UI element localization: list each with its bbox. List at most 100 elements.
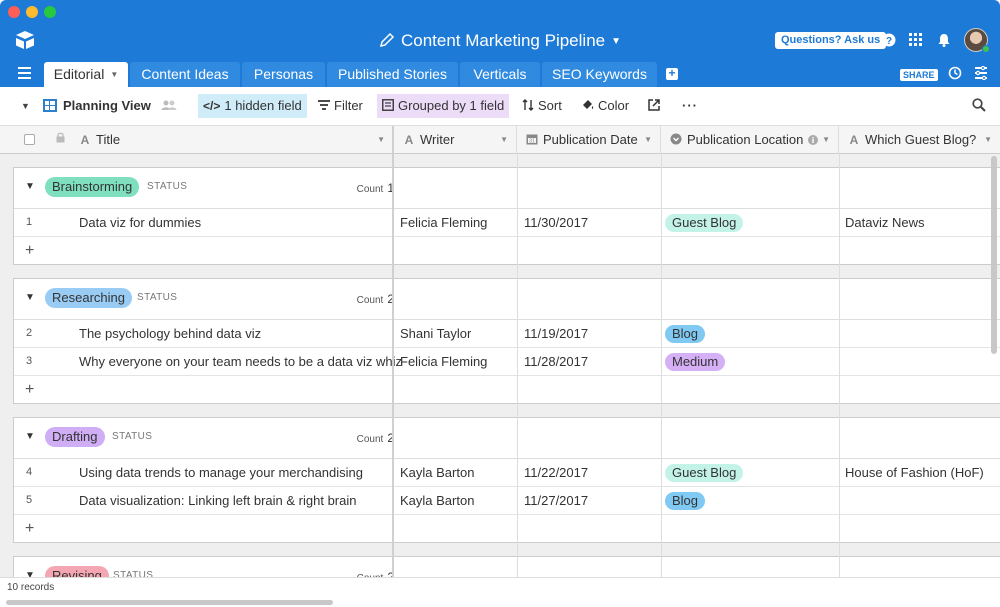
column-header-row: A Title ▼ A Writer ▼ 31 Publication Date ▼ Pu… (0, 126, 1000, 154)
guest-blog-cell[interactable]: Dataviz News (845, 209, 924, 236)
collapse-group-icon[interactable]: ▼ (25, 570, 35, 577)
history-icon[interactable] (948, 66, 962, 83)
hidden-fields-button[interactable]: </> 1 hidden field (198, 94, 307, 118)
bell-icon[interactable] (934, 30, 954, 50)
horizontal-scrollbar[interactable] (6, 600, 333, 605)
location-cell[interactable]: Medium (665, 348, 726, 375)
filter-button[interactable]: Filter (313, 94, 368, 118)
writer-cell[interactable]: Kayla Barton (400, 459, 474, 486)
color-label: Color (598, 98, 630, 113)
close-window-button[interactable] (8, 6, 20, 18)
add-table-icon[interactable]: + (666, 67, 678, 80)
chevron-down-icon[interactable]: ▼ (377, 126, 385, 154)
tab-personas[interactable]: Personas (242, 62, 325, 87)
add-record-row[interactable]: + (14, 376, 1000, 403)
share-button[interactable]: SHARE (900, 69, 938, 81)
collapse-group-icon[interactable]: ▼ (25, 181, 35, 192)
table-row[interactable]: 3 Why everyone on your team needs to be … (14, 348, 1000, 376)
date-cell[interactable]: 11/22/2017 (524, 459, 588, 486)
filter-icon (318, 100, 330, 110)
table-row[interactable]: 5 Data visualization: Linking left brain… (14, 487, 1000, 515)
plus-icon[interactable]: + (25, 376, 34, 403)
collapse-group-icon[interactable]: ▼ (25, 431, 35, 442)
tab-seo-keywords[interactable]: SEO Keywords (542, 62, 657, 87)
zoom-window-button[interactable] (44, 6, 56, 18)
writer-cell[interactable]: Felicia Fleming (400, 348, 487, 375)
writer-cell[interactable]: Kayla Barton (400, 487, 474, 514)
title-cell[interactable]: Using data trends to manage your merchan… (79, 459, 363, 486)
count-label: Count (356, 295, 384, 306)
title-cell[interactable]: The psychology behind data viz (79, 320, 261, 347)
search-icon[interactable] (967, 94, 991, 118)
sort-label: Sort (538, 98, 562, 113)
sort-button[interactable]: Sort (517, 94, 567, 118)
writer-cell[interactable]: Shani Taylor (400, 320, 471, 347)
group-count: Count 1 (357, 181, 394, 195)
add-record-row[interactable]: + (14, 515, 1000, 542)
group-header[interactable]: ▼ Brainstorming STATUS Count 1 (14, 168, 1000, 209)
share-view-icon[interactable] (643, 94, 665, 118)
more-options-icon[interactable]: ··· (677, 94, 703, 118)
tab-editorial[interactable]: Editorial ▼ (44, 62, 128, 87)
chevron-down-icon[interactable]: ▼ (822, 126, 830, 154)
vertical-scrollbar[interactable] (991, 156, 997, 354)
hamburger-menu-icon[interactable] (18, 67, 31, 79)
location-cell[interactable]: Guest Blog (665, 459, 744, 486)
writer-cell[interactable]: Felicia Fleming (400, 209, 487, 236)
help-icon[interactable]: ? (879, 30, 899, 50)
title-cell[interactable]: Data viz for dummies (79, 209, 201, 236)
tab-verticals[interactable]: Verticals (460, 62, 540, 87)
group-button[interactable]: Grouped by 1 field (377, 94, 510, 118)
column-label: Publication Location (687, 132, 804, 147)
collapse-sidebar-icon[interactable]: ▼ (16, 94, 35, 118)
minimize-window-button[interactable] (26, 6, 38, 18)
info-icon[interactable] (808, 126, 818, 154)
column-header-which-guest-blog[interactable]: A Which Guest Blog? ▼ (839, 126, 1000, 154)
table-row[interactable]: 1 Data viz for dummies Felicia Fleming 1… (14, 209, 1000, 237)
chevron-down-icon[interactable]: ▼ (500, 126, 508, 154)
date-cell[interactable]: 11/27/2017 (524, 487, 588, 514)
date-cell[interactable]: 11/30/2017 (524, 209, 588, 236)
collapse-group-icon[interactable]: ▼ (25, 292, 35, 303)
tab-published-stories[interactable]: Published Stories (327, 62, 458, 87)
column-header-title[interactable]: A Title ▼ (70, 126, 393, 154)
location-cell[interactable]: Blog (665, 487, 706, 514)
online-status-dot (982, 45, 990, 53)
color-button[interactable]: Color (577, 94, 634, 118)
apps-grid-icon[interactable] (906, 30, 926, 50)
help-button[interactable]: Questions? Ask us (775, 32, 887, 49)
table-row[interactable]: 4 Using data trends to manage your merch… (14, 459, 1000, 487)
plus-icon[interactable]: + (25, 237, 34, 264)
grid-footer: 10 records (0, 577, 1000, 607)
tab-content-ideas[interactable]: Content Ideas (130, 62, 240, 87)
filter-label: Filter (334, 98, 363, 113)
guest-blog-cell[interactable]: House of Fashion (HoF) (845, 459, 984, 486)
title-cell[interactable]: Why everyone on your team needs to be a … (79, 348, 402, 375)
column-label: Publication Date (543, 132, 638, 147)
paint-bucket-icon (583, 100, 594, 109)
date-cell[interactable]: 11/19/2017 (524, 320, 588, 347)
chevron-down-icon[interactable]: ▼ (644, 126, 652, 154)
slider-menu-icon[interactable] (974, 65, 988, 83)
row-number: 1 (26, 216, 33, 228)
location-cell[interactable]: Guest Blog (665, 209, 744, 236)
column-header-publication-date[interactable]: 31 Publication Date ▼ (517, 126, 661, 154)
table-row[interactable]: 2 The psychology behind data viz Shani T… (14, 320, 1000, 348)
column-header-publication-location[interactable]: Publication Location ▼ (661, 126, 839, 154)
title-cell[interactable]: Data visualization: Linking left brain &… (79, 487, 356, 514)
grid-body: ▼ Brainstorming STATUS Count 1 1 Data viz… (0, 154, 1000, 577)
group-header[interactable]: ▼ Drafting STATUS Count 2 (14, 418, 1000, 459)
date-cell[interactable]: 11/28/2017 (524, 348, 588, 375)
select-all-checkbox[interactable] (24, 134, 35, 145)
view-switcher[interactable]: Planning View (38, 94, 182, 118)
location-tag: Guest Blog (665, 214, 744, 232)
location-cell[interactable]: Blog (665, 320, 706, 347)
group-header[interactable]: ▼ Researching STATUS Count 2 (14, 279, 1000, 320)
group-drafting: ▼ Drafting STATUS Count 2 4 Using data tr… (13, 417, 1000, 543)
chevron-down-icon[interactable]: ▼ (984, 126, 992, 154)
column-header-writer[interactable]: A Writer ▼ (394, 126, 517, 154)
chevron-down-icon[interactable]: ▼ (110, 70, 118, 79)
add-record-row[interactable]: + (14, 237, 1000, 264)
group-header[interactable]: ▼ Revising STATUS Count2 (14, 557, 1000, 577)
plus-icon[interactable]: + (25, 515, 34, 542)
